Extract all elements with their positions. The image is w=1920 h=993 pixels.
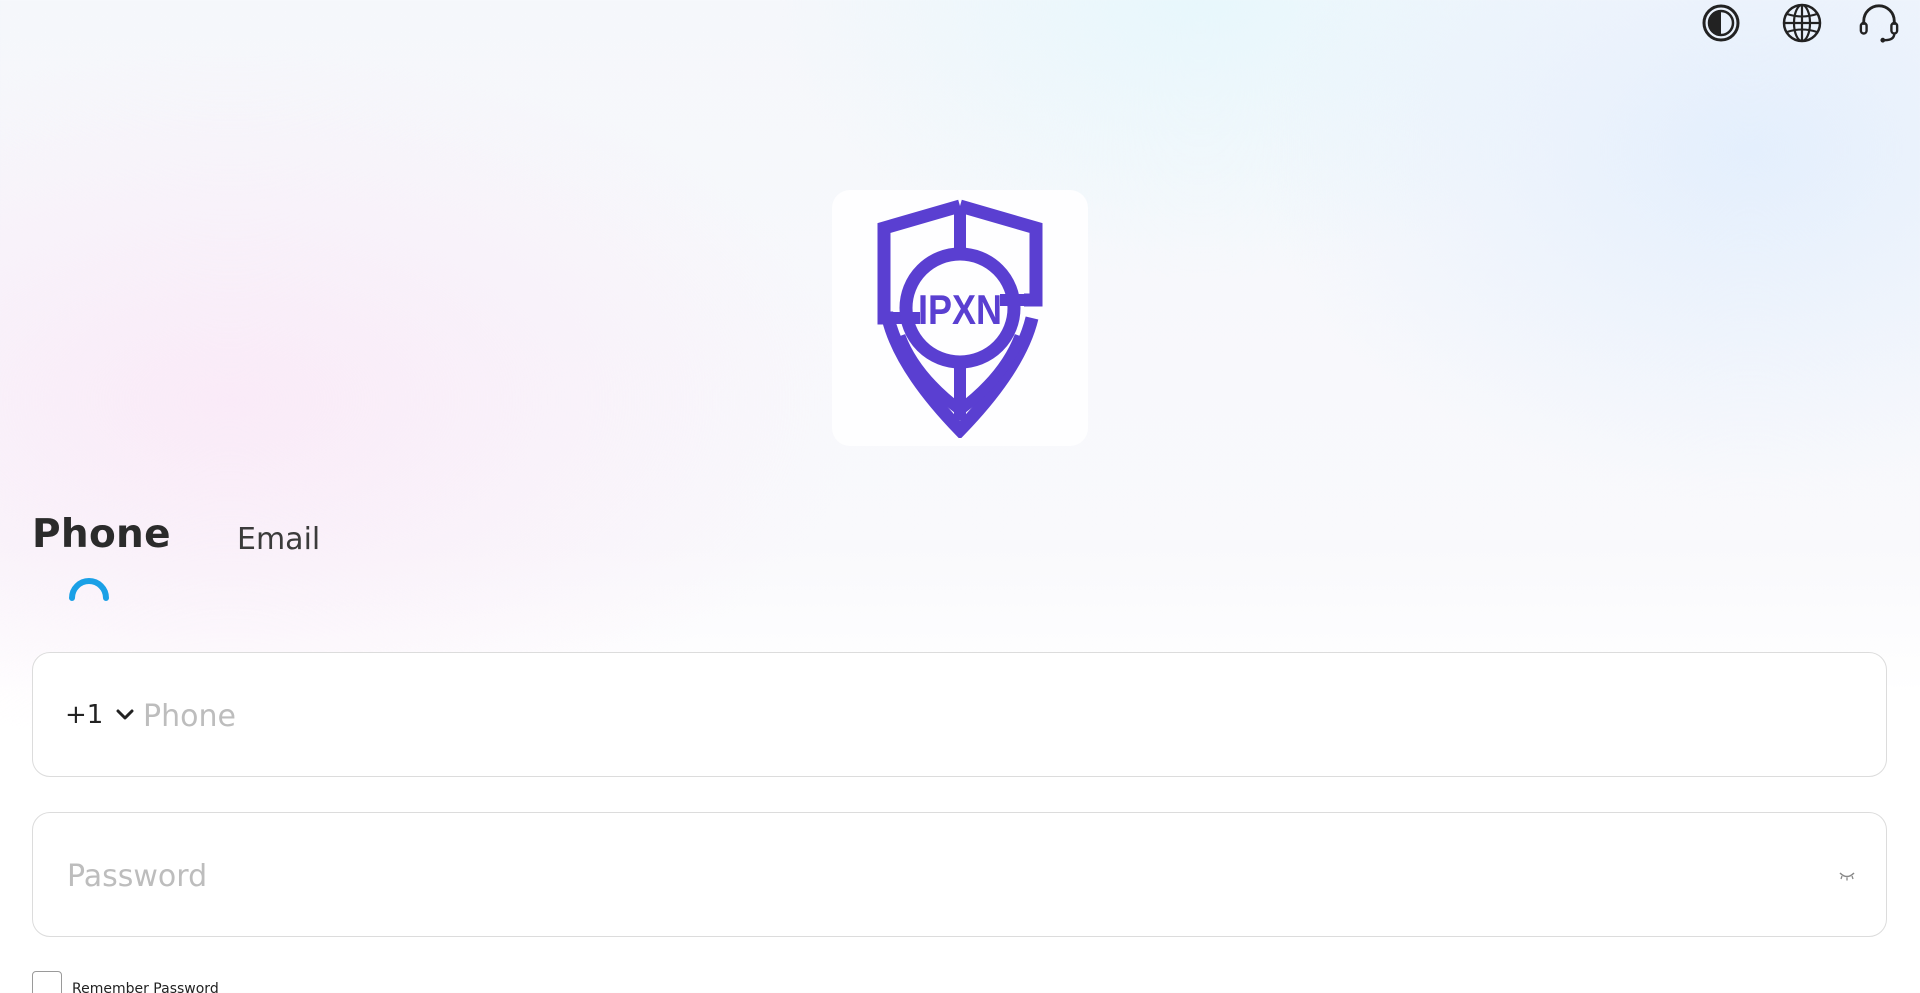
password-field-container <box>32 812 1887 937</box>
country-code-select[interactable]: +1 <box>65 693 135 737</box>
remember-password-row: Remember Password <box>32 971 219 993</box>
ipxn-shield-logo: IPXN <box>877 199 1043 438</box>
eye-closed-icon[interactable] <box>1838 869 1856 883</box>
phone-input[interactable] <box>141 693 1845 739</box>
language-globe-icon[interactable] <box>1781 2 1823 44</box>
customer-support-icon[interactable] <box>1858 2 1900 44</box>
chevron-down-icon <box>115 708 135 722</box>
logo-text: IPXN <box>918 286 1002 333</box>
app-logo-card: IPXN <box>832 190 1088 446</box>
loading-spinner-icon <box>68 576 110 606</box>
top-utility-bar <box>1680 0 1920 46</box>
login-method-tabs: Phone Email <box>32 512 532 602</box>
phone-field-container: +1 <box>32 652 1887 777</box>
remember-password-checkbox[interactable] <box>32 971 62 993</box>
remember-password-label[interactable]: Remember Password <box>72 981 219 993</box>
country-code-value: +1 <box>65 700 104 730</box>
password-input[interactable] <box>65 853 1809 899</box>
theme-contrast-icon[interactable] <box>1700 2 1742 44</box>
tab-email[interactable]: Email <box>237 522 320 557</box>
tab-phone[interactable]: Phone <box>32 512 171 557</box>
